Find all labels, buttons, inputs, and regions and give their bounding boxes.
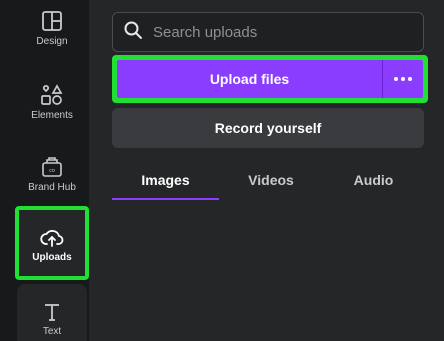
upload-files-label: Upload files (209, 71, 290, 87)
layout-icon (41, 10, 63, 32)
search-icon (123, 20, 143, 45)
sidebar-item-label: Design (36, 36, 68, 47)
upload-button-group: Upload files (112, 55, 428, 103)
tab-images[interactable]: Images (112, 160, 219, 200)
sidebar-item-label: Elements (31, 110, 73, 121)
sidebar-item-design[interactable]: Design (17, 10, 87, 78)
tab-label: Images (141, 172, 190, 188)
tab-audio[interactable]: Audio (323, 160, 424, 200)
upload-files-button[interactable]: Upload files (117, 60, 382, 98)
active-tab-indicator (112, 198, 219, 200)
more-horizontal-icon (393, 77, 414, 81)
shapes-icon (40, 84, 64, 106)
brand-hub-icon: co (40, 156, 64, 178)
record-yourself-button[interactable]: Record yourself (112, 108, 424, 148)
media-tabs: Images Videos Audio (112, 160, 424, 200)
text-icon (42, 302, 62, 322)
sidebar-item-elements[interactable]: Elements (17, 84, 87, 152)
sidebar-item-label: Uploads (32, 252, 72, 263)
tab-videos[interactable]: Videos (219, 160, 323, 200)
sidebar-item-label: Text (42, 326, 62, 337)
record-yourself-label: Record yourself (214, 120, 322, 136)
sidebar-item-text[interactable]: Text (17, 284, 87, 341)
tab-label: Videos (248, 172, 294, 188)
sidebar-item-label: Brand Hub (28, 182, 76, 193)
tab-label: Audio (353, 172, 394, 188)
search-box[interactable] (112, 12, 424, 52)
upload-more-button[interactable] (382, 60, 423, 98)
cloud-upload-icon (40, 228, 64, 248)
search-input[interactable] (151, 22, 423, 42)
sidebar-item-uploads[interactable]: Uploads (15, 206, 89, 280)
svg-text:co: co (49, 168, 55, 174)
sidebar: Design Elements co Brand Hub Uploads Tex… (0, 0, 89, 341)
app-root: Design Elements co Brand Hub Uploads Tex… (0, 0, 444, 341)
